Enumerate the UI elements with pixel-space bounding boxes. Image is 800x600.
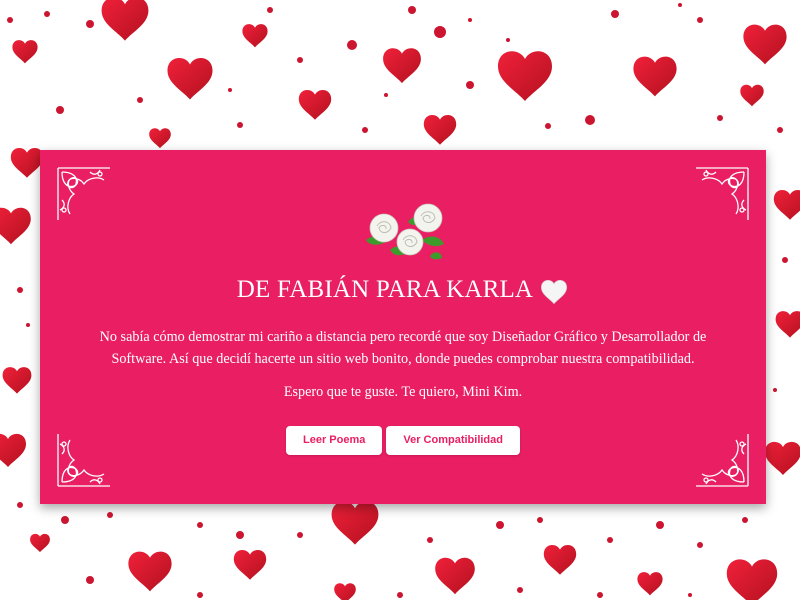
- corner-ornament-top-right: [696, 167, 749, 220]
- dedication-message: No sabía cómo demostrar mi cariño a dist…: [99, 329, 707, 367]
- card-title-text: DE FABIÁN PARA KARLA: [236, 276, 534, 303]
- view-compatibility-button[interactable]: Ver Compatibilidad: [386, 426, 520, 455]
- corner-ornament-top-left: [57, 167, 110, 220]
- read-poem-button[interactable]: Leer Poema: [285, 426, 383, 455]
- white-heart-icon: [541, 280, 568, 305]
- action-buttons: Leer Poema Ver Compatibilidad: [40, 426, 766, 455]
- card-title: DE FABIÁN PARA KARLA: [40, 276, 766, 305]
- dedication-signature: Espero que te guste. Te quiero, Mini Kim…: [283, 384, 523, 400]
- white-roses-image: [366, 203, 444, 260]
- dedication-card: DE FABIÁN PARA KARLA No sabía cómo demos…: [40, 150, 766, 504]
